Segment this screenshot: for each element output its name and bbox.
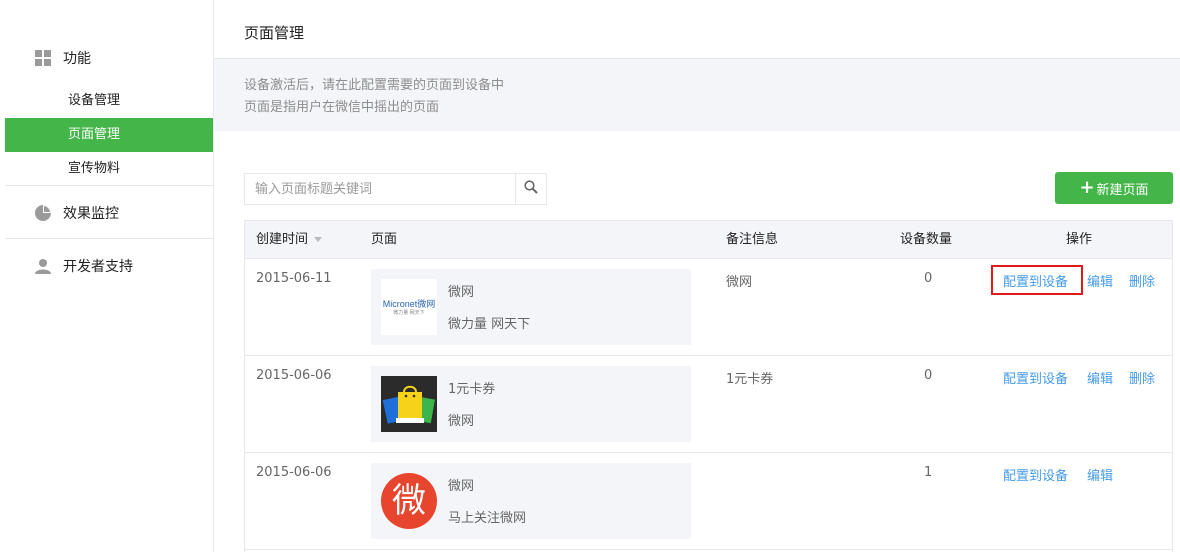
created-date: 2015-06-06 bbox=[256, 368, 332, 383]
configure-to-device-link[interactable]: 配置到设备 bbox=[1003, 271, 1068, 290]
sidebar-item-page-management[interactable]: 页面管理 bbox=[5, 118, 213, 152]
nav-head-label: 开发者支持 bbox=[63, 259, 133, 275]
nav-section-developer[interactable]: 开发者支持 bbox=[5, 240, 213, 292]
page-desc-text: 微网 bbox=[448, 414, 475, 429]
nav-section-features: 功能 bbox=[5, 32, 213, 84]
search-button[interactable] bbox=[515, 174, 546, 204]
tip-line: 页面是指用户在微信中摇出的页面 bbox=[244, 100, 440, 115]
column-header-note: 备注信息 bbox=[726, 232, 779, 247]
edit-link[interactable]: 编辑 bbox=[1087, 368, 1113, 387]
tips-panel: 设备激活后，请在此配置需要的页面到设备中 页面是指用户在微信中摇出的页面 bbox=[214, 59, 1180, 131]
page-title: 页面管理 bbox=[244, 24, 305, 42]
page-title-text: 微网 bbox=[448, 285, 475, 300]
page-title-text: 微网 bbox=[448, 479, 475, 494]
note-text: 微网 bbox=[726, 275, 753, 290]
column-header-count: 设备数量 bbox=[900, 232, 953, 247]
created-date: 2015-06-11 bbox=[256, 271, 332, 286]
nav-section-monitoring[interactable]: 效果监控 bbox=[5, 187, 213, 239]
configure-to-device-link[interactable]: 配置到设备 bbox=[1003, 465, 1068, 484]
device-count: 0 bbox=[924, 368, 933, 383]
page-desc-text: 微力量 网天下 bbox=[448, 317, 531, 332]
main-content: 页面管理 设备激活后，请在此配置需要的页面到设备中 页面是指用户在微信中摇出的页… bbox=[214, 0, 1180, 552]
search-input[interactable] bbox=[245, 174, 516, 204]
column-header-page: 页面 bbox=[371, 232, 398, 247]
delete-link[interactable]: 删除 bbox=[1129, 368, 1155, 387]
pie-chart-icon bbox=[35, 205, 51, 221]
edit-link[interactable]: 编辑 bbox=[1087, 271, 1113, 290]
search-box bbox=[244, 173, 547, 205]
new-page-label: 新建页面 bbox=[1096, 182, 1149, 198]
table-row: 2015-06-06 微 微网 马上关注微网 1 配置到设备 编辑 bbox=[245, 453, 1172, 550]
column-header-date[interactable]: 创建时间 bbox=[256, 221, 323, 259]
shopping-bag-image bbox=[381, 376, 437, 432]
grid-icon bbox=[35, 50, 51, 66]
sidebar-item-device-management[interactable]: 设备管理 bbox=[5, 84, 213, 118]
device-count: 0 bbox=[924, 271, 933, 286]
page-desc-text: 马上关注微网 bbox=[448, 511, 527, 526]
column-header-actions: 操作 bbox=[1066, 232, 1093, 247]
wei-circle-logo: 微 bbox=[381, 473, 437, 529]
table-row: 2015-06-06 1元卡券 微网 1元卡券 0 配置到设备 编辑 删除 bbox=[245, 356, 1172, 453]
delete-link[interactable]: 删除 bbox=[1129, 271, 1155, 290]
page-title-text: 1元卡券 bbox=[448, 382, 496, 397]
tip-line: 设备激活后，请在此配置需要的页面到设备中 bbox=[244, 78, 505, 93]
created-date: 2015-06-06 bbox=[256, 465, 332, 480]
configure-to-device-link[interactable]: 配置到设备 bbox=[1003, 368, 1068, 387]
nav-head-label: 效果监控 bbox=[63, 206, 119, 222]
page-card: Micronet微网 微力量 网天下 微网 微力量 网天下 bbox=[371, 269, 691, 345]
micronet-logo: Micronet微网 微力量 网天下 bbox=[381, 279, 437, 335]
sidebar-item-promo-materials[interactable]: 宣传物料 bbox=[5, 152, 213, 186]
sidebar: 功能 设备管理 页面管理 宣传物料 效果监控 开发者支持 bbox=[0, 0, 214, 552]
logo-subtext: 微力量 网天下 bbox=[393, 310, 425, 316]
table-row: 2015-06-11 Micronet微网 微力量 网天下 微网 微力量 网天下… bbox=[245, 259, 1172, 356]
page-card: 1元卡券 微网 bbox=[371, 366, 691, 442]
logo-glyph: 微 bbox=[381, 473, 437, 529]
edit-link[interactable]: 编辑 bbox=[1087, 465, 1113, 484]
nav-items: 设备管理 页面管理 宣传物料 bbox=[5, 84, 213, 186]
nav-head-label: 功能 bbox=[63, 51, 91, 67]
pages-table: 创建时间 页面 备注信息 设备数量 操作 2015-06-11 Micronet… bbox=[244, 220, 1173, 552]
sort-down-icon bbox=[314, 237, 323, 242]
device-count: 1 bbox=[924, 465, 933, 480]
person-icon bbox=[35, 258, 51, 274]
sidebar-item-developer-support[interactable]: 开发者支持 bbox=[5, 240, 213, 292]
new-page-button[interactable]: + 新建页面 bbox=[1055, 172, 1173, 204]
sidebar-divider bbox=[5, 185, 213, 186]
nav-head-features: 功能 bbox=[5, 32, 213, 84]
sidebar-divider bbox=[5, 238, 213, 239]
column-header-label: 创建时间 bbox=[256, 232, 309, 247]
search-icon bbox=[524, 180, 538, 198]
page-card: 微 微网 马上关注微网 bbox=[371, 463, 691, 539]
note-text: 1元卡券 bbox=[726, 372, 774, 387]
plus-icon: + bbox=[1079, 177, 1095, 198]
sidebar-item-effect-monitoring[interactable]: 效果监控 bbox=[5, 187, 213, 239]
table-header: 创建时间 页面 备注信息 设备数量 操作 bbox=[245, 221, 1172, 259]
